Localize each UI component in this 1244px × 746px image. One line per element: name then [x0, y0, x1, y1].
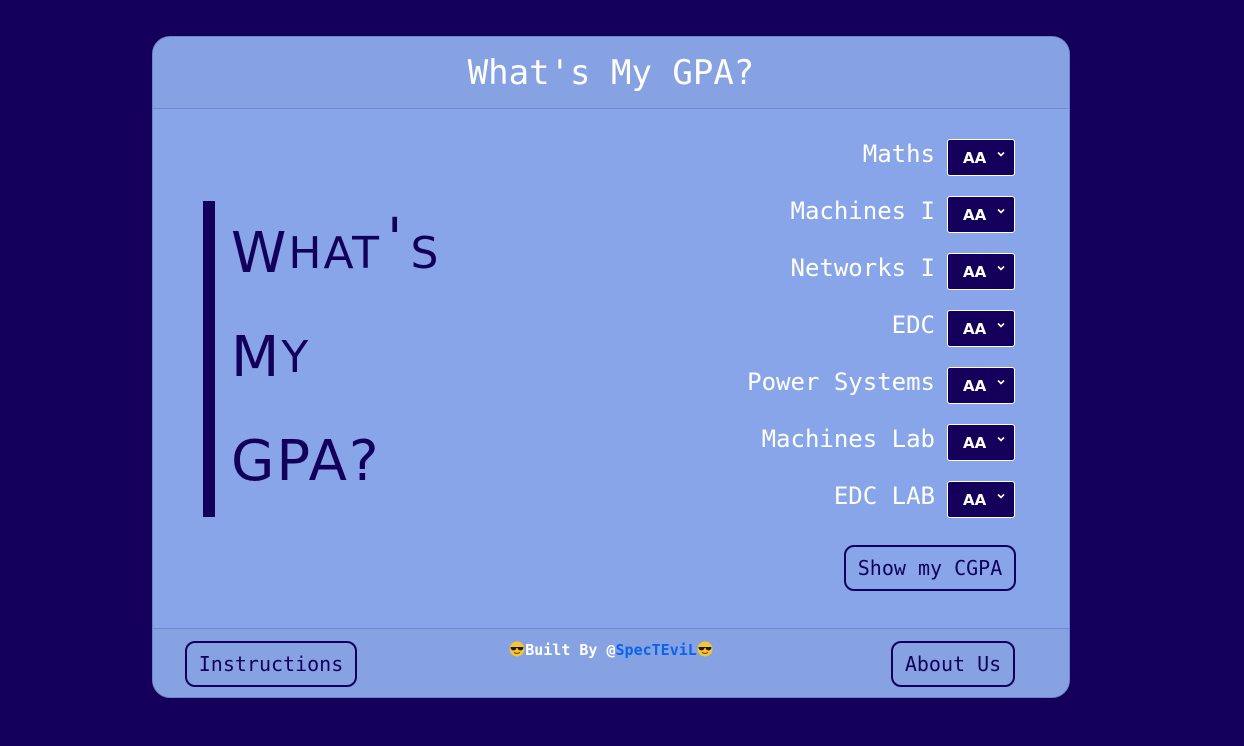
chevron-down-icon	[997, 322, 1005, 328]
grade-value: AA	[963, 262, 987, 281]
sunglasses-emoji-icon	[697, 641, 713, 657]
grade-value: AA	[963, 319, 987, 338]
hero-line-gpa: GPA?	[231, 409, 491, 513]
hero-text-hat: HAT	[288, 227, 382, 279]
about-us-button[interactable]: About Us	[891, 641, 1015, 687]
subject-row: Machines I AA	[635, 186, 1015, 243]
chevron-down-icon	[997, 208, 1005, 214]
grade-select[interactable]: AA	[947, 253, 1015, 290]
grade-value: AA	[963, 148, 987, 167]
grade-form: Maths AA Machines I AA Networks I AA EDC…	[635, 129, 1015, 528]
gpa-card: What's My GPA? W HAT ' S MY GPA? Maths AA M…	[152, 36, 1070, 698]
grade-select[interactable]: AA	[947, 367, 1015, 404]
hero-line-my: MY	[231, 305, 491, 409]
grade-select[interactable]: AA	[947, 196, 1015, 233]
grade-select[interactable]: AA	[947, 481, 1015, 518]
hero-letter-y: Y	[281, 331, 311, 383]
subject-row: Power Systems AA	[635, 357, 1015, 414]
grade-value: AA	[963, 433, 987, 452]
subject-row: Maths AA	[635, 129, 1015, 186]
sunglasses-emoji-icon	[509, 641, 525, 657]
chevron-down-icon	[997, 379, 1005, 385]
grade-select[interactable]: AA	[947, 310, 1015, 347]
credit-prefix: Built By @	[525, 641, 616, 659]
subject-label: EDC LAB	[833, 481, 935, 510]
page-title: What's My GPA?	[467, 52, 755, 93]
chevron-down-icon	[997, 493, 1005, 499]
subject-label: Networks I	[790, 253, 936, 282]
subject-row: Machines Lab AA	[635, 414, 1015, 471]
card-footer: Instructions Built By @SpecTEviL About U…	[153, 628, 1069, 697]
subject-label: Maths	[862, 139, 935, 168]
hero-text-gpa: GPA?	[231, 428, 381, 494]
hero-apostrophe: '	[387, 206, 405, 272]
grade-value: AA	[963, 490, 987, 509]
chevron-down-icon	[997, 436, 1005, 442]
hero-letter-s: S	[410, 227, 441, 279]
grade-select[interactable]: AA	[947, 424, 1015, 461]
hero-letter-w: W	[231, 220, 289, 286]
show-cgpa-button[interactable]: Show my CGPA	[844, 545, 1016, 591]
hero-line-what: W HAT ' S	[231, 201, 491, 305]
grade-value: AA	[963, 205, 987, 224]
subject-row: EDC LAB AA	[635, 471, 1015, 528]
grade-value: AA	[963, 376, 987, 395]
card-header: What's My GPA?	[153, 37, 1069, 109]
subject-label: Machines I	[790, 196, 936, 225]
subject-label: Power Systems	[747, 367, 935, 396]
subject-row: Networks I AA	[635, 243, 1015, 300]
grade-select[interactable]: AA	[947, 139, 1015, 176]
subject-row: EDC AA	[635, 300, 1015, 357]
subject-label: EDC	[891, 310, 935, 339]
hero-letter-m: M	[231, 324, 282, 390]
hero-logo: W HAT ' S MY GPA?	[203, 201, 491, 517]
subject-label: Machines Lab	[761, 424, 935, 453]
chevron-down-icon	[997, 151, 1005, 157]
chevron-down-icon	[997, 265, 1005, 271]
author-link[interactable]: SpecTEviL	[616, 641, 697, 659]
